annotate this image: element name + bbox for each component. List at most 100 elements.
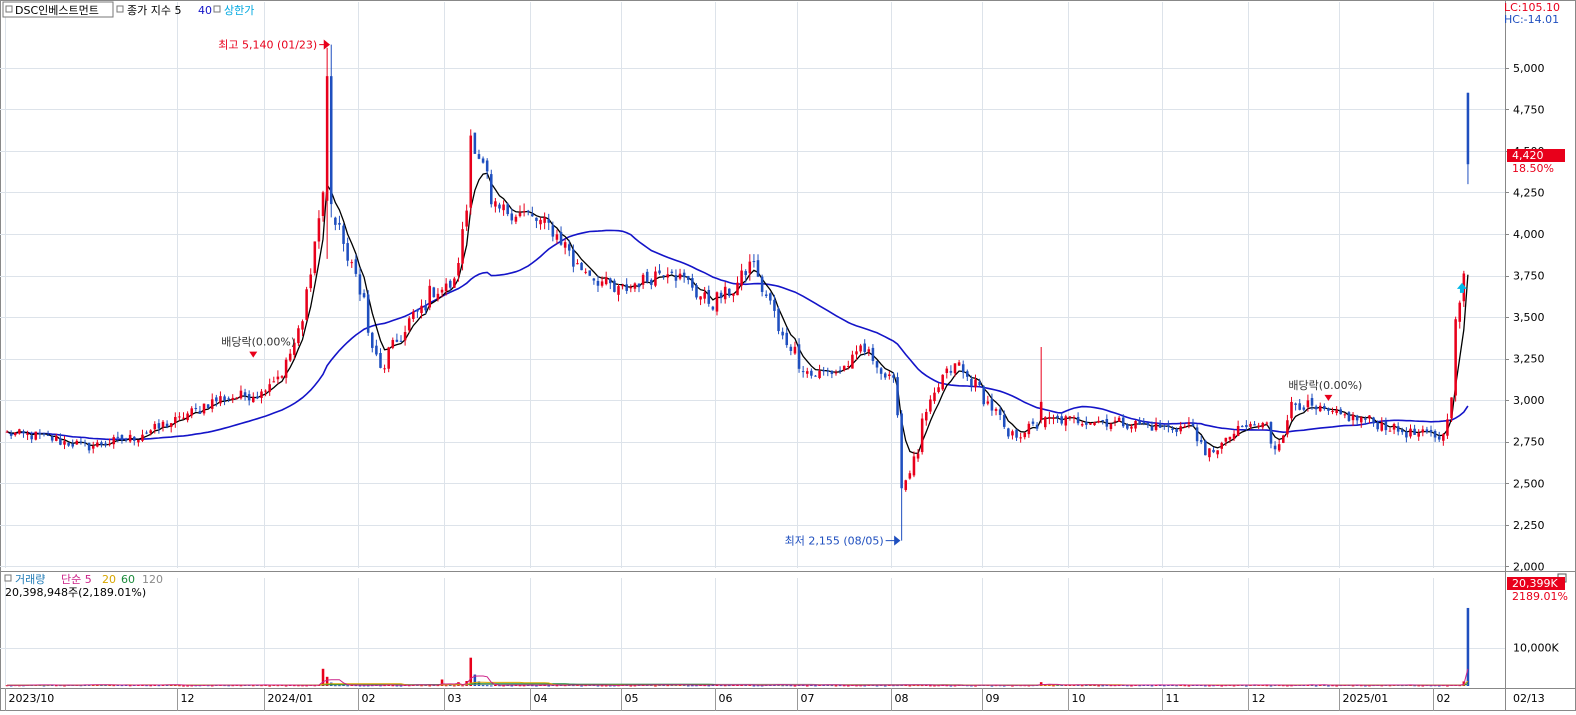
- candle-body: [338, 222, 341, 225]
- candle-body: [1072, 417, 1076, 419]
- candle-body: [797, 344, 801, 369]
- volume-ma-120: 120: [142, 573, 163, 586]
- candle-body: [1187, 422, 1191, 425]
- candle-body: [769, 293, 772, 301]
- candle-body: [1380, 422, 1384, 431]
- candle-body: [128, 434, 132, 442]
- candle-body: [436, 293, 440, 300]
- candle-body: [284, 359, 288, 378]
- candle-body: [1097, 420, 1100, 423]
- candle-body: [916, 453, 920, 459]
- hc-label: HC:-14.01: [1504, 13, 1559, 26]
- candle-body: [1085, 421, 1088, 425]
- candle-body: [59, 438, 62, 445]
- candle-body: [1167, 425, 1170, 428]
- candle-body: [145, 432, 148, 434]
- candle-body: [1294, 403, 1297, 405]
- candle-body: [1343, 414, 1347, 416]
- volume-bar: [596, 685, 600, 687]
- ma-label: 종가 지수 5: [127, 4, 181, 17]
- candle-body: [1035, 424, 1039, 429]
- candle-body: [617, 286, 620, 295]
- candle-body: [1011, 431, 1014, 436]
- volume-bar: [1269, 685, 1273, 687]
- dividend-annotation-1: 배당락(0.00%): [221, 336, 295, 349]
- candle-body: [1318, 405, 1322, 412]
- price-tick-label: 4,250: [1513, 186, 1545, 199]
- ma-checkbox-icon[interactable]: [116, 5, 124, 13]
- volume-bar: [686, 685, 690, 687]
- candle-body: [251, 397, 255, 403]
- candle-body: [592, 278, 596, 281]
- candle-body: [174, 416, 177, 424]
- candle-body: [1401, 429, 1404, 433]
- limit-checkbox-icon[interactable]: [213, 5, 221, 13]
- candle-body: [883, 373, 887, 378]
- candle-body: [91, 445, 95, 449]
- candle-body: [165, 423, 169, 427]
- volume-ma-label: 단순 5: [61, 573, 92, 586]
- candle-body: [321, 192, 325, 216]
- candle-body: [260, 391, 263, 398]
- candle-body: [1052, 417, 1055, 419]
- candle-body: [506, 204, 509, 215]
- candle-body: [572, 249, 575, 267]
- candle-body: [847, 366, 850, 368]
- candle-body: [473, 132, 477, 154]
- volume-bar: [334, 685, 337, 687]
- candle-body: [1372, 417, 1375, 424]
- date-tick-label: 11: [1166, 692, 1180, 705]
- candle-body: [888, 374, 891, 377]
- candle-body: [46, 435, 50, 437]
- candle-body: [104, 443, 107, 446]
- candle-body: [633, 283, 637, 289]
- candle-body: [83, 442, 87, 444]
- candle-body: [871, 347, 875, 361]
- candle-body: [276, 376, 280, 380]
- stock-chart[interactable]: 2023/10 12 2024/01 02 03 04 05 06 07 08 09 10 11 12 20…: [0, 0, 1576, 711]
- candle-body: [280, 376, 284, 378]
- candle-body: [243, 392, 247, 396]
- candle-body: [1121, 417, 1125, 427]
- candle-body: [1384, 421, 1388, 431]
- date-tick-label: 05: [625, 692, 639, 705]
- candle-body: [1232, 433, 1236, 440]
- candle-body: [305, 289, 308, 320]
- candle-body: [912, 456, 916, 476]
- candle-body: [1442, 434, 1445, 441]
- candle-body: [346, 243, 349, 261]
- dividend-annotation-2: 배당락(0.00%): [1288, 379, 1362, 392]
- candle-body: [1388, 430, 1392, 432]
- candle-body: [1179, 426, 1182, 432]
- volume-bar: [461, 685, 464, 687]
- candle-body: [67, 442, 70, 446]
- candle-body: [863, 343, 866, 352]
- price-tick-label: 3,750: [1513, 270, 1545, 283]
- candle-body: [924, 411, 928, 421]
- volume-bar: [1150, 685, 1154, 687]
- chart-canvas[interactable]: 2023/10 12 2024/01 02 03 04 05 06 07 08 09 10 11 12 20…: [0, 0, 1576, 711]
- candle-body: [1117, 417, 1121, 422]
- candle-body: [982, 386, 985, 405]
- volume-bar: [1327, 685, 1330, 687]
- candle-body: [194, 408, 198, 410]
- candle-body: [1298, 403, 1301, 410]
- candle-body: [34, 431, 38, 440]
- candle-body: [1257, 425, 1260, 428]
- stock-checkbox-icon[interactable]: [5, 5, 13, 13]
- date-tick-label: 02: [362, 692, 376, 705]
- candle-body: [219, 396, 222, 404]
- candle-body: [395, 339, 399, 342]
- candle-body: [1351, 414, 1355, 421]
- candle-body: [1093, 422, 1096, 426]
- volume-bar: [1097, 685, 1100, 687]
- price-tick-label: 3,500: [1513, 311, 1545, 324]
- volume-checkbox-icon[interactable]: [4, 574, 12, 582]
- candle-body: [371, 332, 374, 348]
- candle-body: [198, 410, 202, 414]
- candle-body: [514, 216, 518, 222]
- candle-body: [801, 371, 805, 373]
- candle-body: [555, 234, 559, 240]
- candle-body: [1417, 433, 1420, 437]
- candle-body: [186, 413, 189, 421]
